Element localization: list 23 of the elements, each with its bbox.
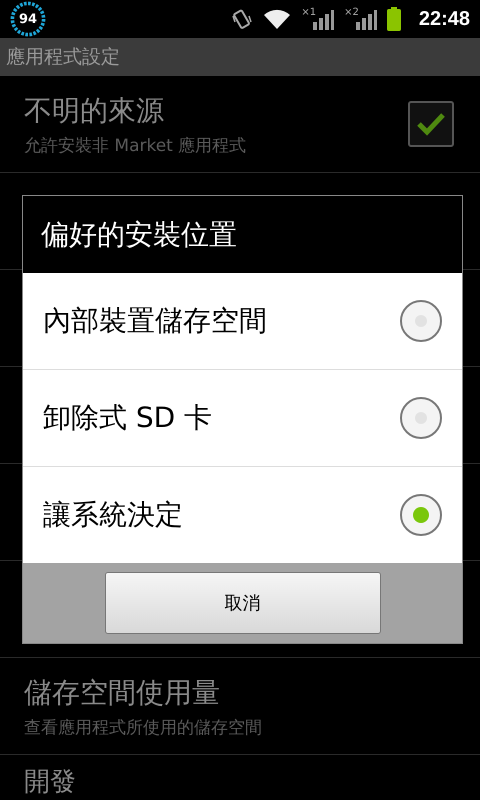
checkbox[interactable] bbox=[408, 101, 454, 147]
radio-button[interactable] bbox=[400, 300, 442, 342]
setting-title: 開發 bbox=[24, 768, 76, 798]
cancel-button[interactable]: 取消 bbox=[104, 572, 380, 634]
vibrate-icon bbox=[231, 8, 254, 30]
clock-time: 22:48 bbox=[418, 8, 470, 30]
setting-subtitle: 查看應用程式所使用的儲存空間 bbox=[24, 716, 262, 738]
checkmark-icon bbox=[416, 111, 446, 137]
option-item[interactable]: 卸除式 SD 卡 bbox=[23, 370, 462, 467]
wifi-icon bbox=[263, 8, 292, 30]
option-item[interactable]: 內部裝置儲存空間 bbox=[23, 273, 462, 370]
option-item[interactable]: 讓系統決定 bbox=[23, 467, 462, 563]
battery-widget: 94 bbox=[10, 1, 46, 37]
radio-button[interactable] bbox=[400, 397, 442, 439]
signal-label: ×1 bbox=[301, 8, 316, 18]
battery-icon bbox=[386, 7, 401, 31]
setting-subtitle: 允許安裝非 Market 應用程式 bbox=[24, 134, 246, 156]
screen-title: 應用程式設定 bbox=[6, 45, 120, 70]
signal-label: ×2 bbox=[344, 8, 359, 18]
dialog-title: 偏好的安裝位置 bbox=[41, 216, 237, 252]
setting-title: 儲存空間使用量 bbox=[24, 674, 221, 710]
radio-button[interactable] bbox=[400, 494, 442, 536]
setting-title: 不明的來源 bbox=[24, 92, 165, 128]
